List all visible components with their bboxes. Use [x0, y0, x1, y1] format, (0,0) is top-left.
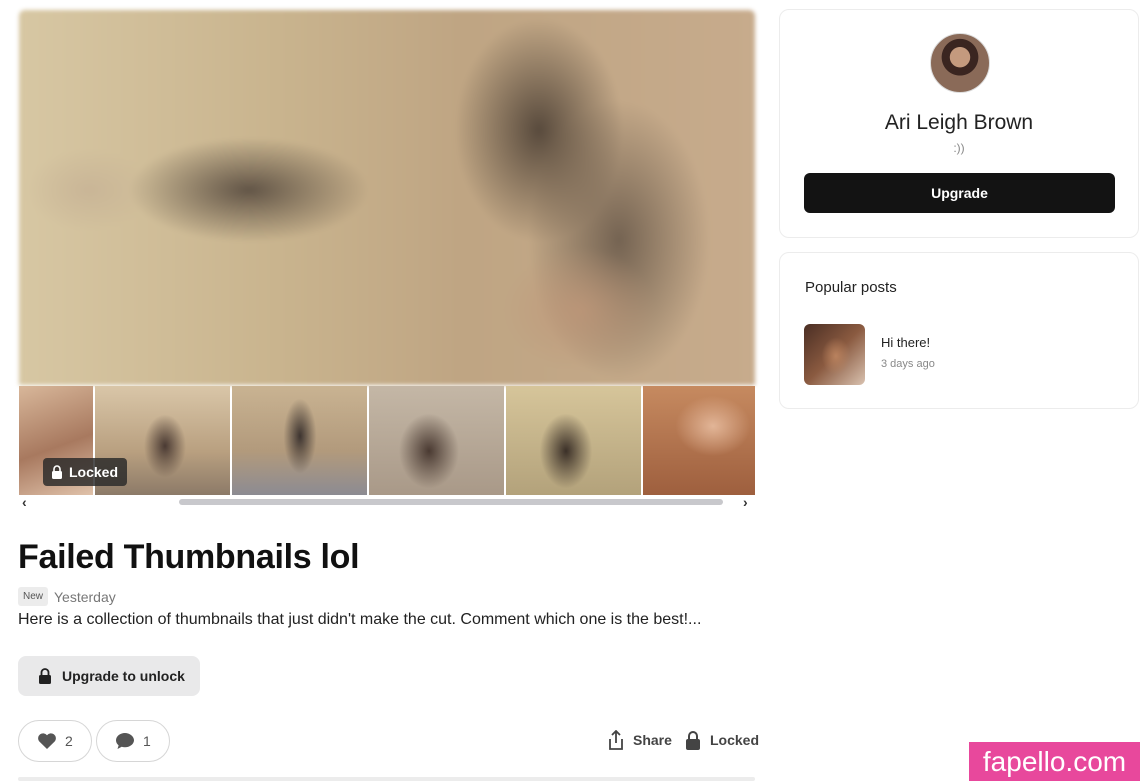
locked-status: Locked — [684, 730, 759, 750]
divider — [18, 777, 755, 781]
heart-icon — [38, 733, 56, 749]
share-icon — [609, 730, 623, 750]
popular-post-date: 3 days ago — [881, 358, 935, 370]
popular-posts-heading: Popular posts — [805, 279, 897, 296]
share-button[interactable]: Share — [607, 730, 672, 750]
lock-icon — [686, 731, 700, 750]
comment-button[interactable]: 1 — [96, 720, 170, 762]
like-button[interactable]: 2 — [18, 720, 92, 762]
thumbnail[interactable] — [369, 386, 504, 495]
like-count: 2 — [65, 733, 73, 749]
post-main-image[interactable] — [19, 10, 755, 385]
thumbnail[interactable] — [232, 386, 367, 495]
locked-label: Locked — [710, 732, 760, 748]
creator-bio: :)) — [953, 141, 965, 155]
upgrade-to-unlock-button[interactable]: Upgrade to unlock — [18, 656, 200, 696]
upgrade-button[interactable]: Upgrade — [804, 173, 1115, 213]
horizontal-scrollbar[interactable] — [179, 499, 723, 505]
thumbnail[interactable] — [643, 386, 755, 495]
creator-name[interactable]: Ari Leigh Brown — [780, 111, 1138, 135]
scroll-right-arrow[interactable]: › — [743, 494, 748, 510]
lock-icon — [39, 668, 51, 684]
scroll-left-arrow[interactable]: ‹ — [22, 494, 27, 510]
popular-post-thumbnail[interactable] — [804, 324, 865, 385]
comment-icon — [116, 733, 134, 749]
thumbnail-strip — [19, 386, 755, 495]
new-badge: New — [18, 587, 49, 606]
upgrade-to-unlock-label: Upgrade to unlock — [62, 668, 185, 684]
post-title: Failed Thumbnails lol — [18, 538, 360, 576]
thumbnail[interactable] — [506, 386, 641, 495]
popular-posts-card: Popular posts Hi there! 3 days ago — [779, 252, 1139, 409]
avatar[interactable] — [930, 33, 990, 93]
lock-icon — [52, 465, 62, 479]
post-date: Yesterday — [54, 589, 116, 605]
post-description: Here is a collection of thumbnails that … — [18, 611, 702, 628]
popular-post-title[interactable]: Hi there! — [881, 335, 930, 350]
locked-badge-label: Locked — [69, 464, 119, 480]
watermark: fapello.com — [969, 742, 1140, 781]
share-label: Share — [633, 732, 672, 748]
locked-badge: Locked — [43, 458, 128, 486]
creator-profile-card: Ari Leigh Brown :)) Upgrade — [779, 9, 1139, 238]
comment-count: 1 — [143, 733, 151, 749]
